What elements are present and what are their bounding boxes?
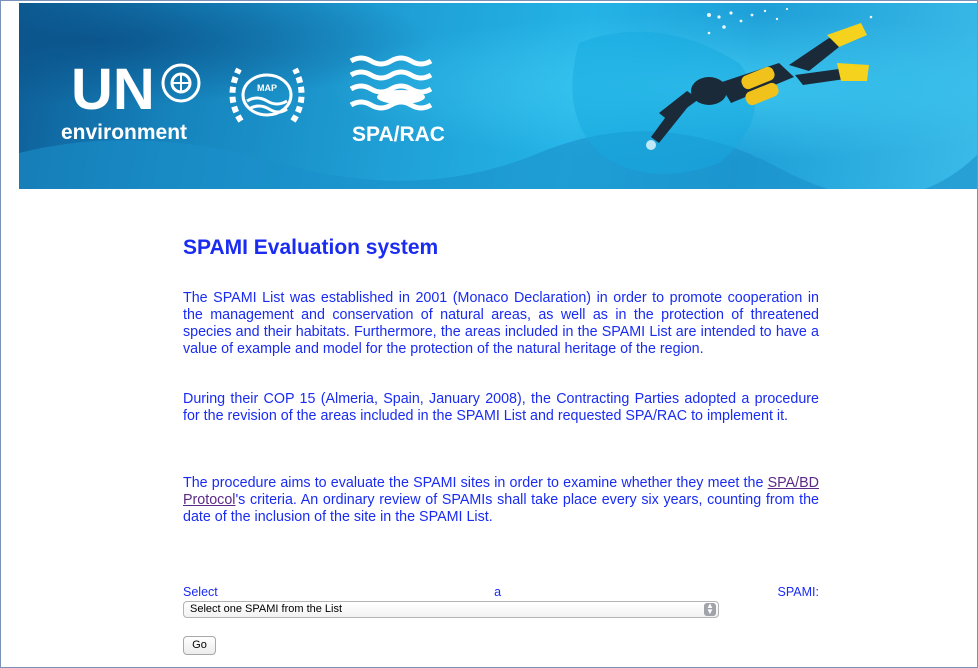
main-content: SPAMI Evaluation system The SPAMI List w…: [183, 233, 819, 655]
procedure-paragraph: The procedure aims to evaluate the SPAMI…: [183, 475, 819, 526]
spami-select-dropdown[interactable]: Select one SPAMI from the List ▲ ▼: [183, 601, 719, 618]
page-title: SPAMI Evaluation system: [183, 236, 439, 259]
go-button[interactable]: Go: [183, 636, 216, 655]
updown-chevron-icon: ▲ ▼: [704, 602, 716, 616]
header-banner: UN environment MAP SPA/RAC: [19, 3, 977, 189]
spa-rac-logo-text: SPA/RAC: [352, 123, 445, 146]
spa-rac-logo-icon: [349, 55, 433, 111]
procedure-text-before: The procedure aims to evaluate the SPAMI…: [183, 475, 768, 491]
page-frame: UN environment MAP SPA/RAC SPAMI Evaluat…: [0, 0, 978, 668]
cop15-paragraph: During their COP 15 (Almeria, Spain, Jan…: [183, 391, 819, 424]
select-label-word-1: Select: [183, 585, 218, 599]
select-current-value: Select one SPAMI from the List: [190, 603, 343, 615]
intro-paragraph: The SPAMI List was established in 2001 (…: [183, 290, 819, 357]
un-logo-text: UN: [71, 57, 155, 122]
procedure-text-after: 's criteria. An ordinary review of SPAMI…: [183, 492, 819, 525]
environment-logo-text: environment: [61, 121, 188, 144]
un-emblem-icon: [161, 63, 201, 103]
select-label-word-2: a: [494, 585, 502, 599]
select-label-word-3: SPAMI:: [777, 585, 819, 599]
map-logo-icon: MAP: [229, 67, 305, 123]
map-logo-label: MAP: [257, 83, 277, 93]
select-spami-label: Select a SPAMI:: [183, 585, 819, 599]
